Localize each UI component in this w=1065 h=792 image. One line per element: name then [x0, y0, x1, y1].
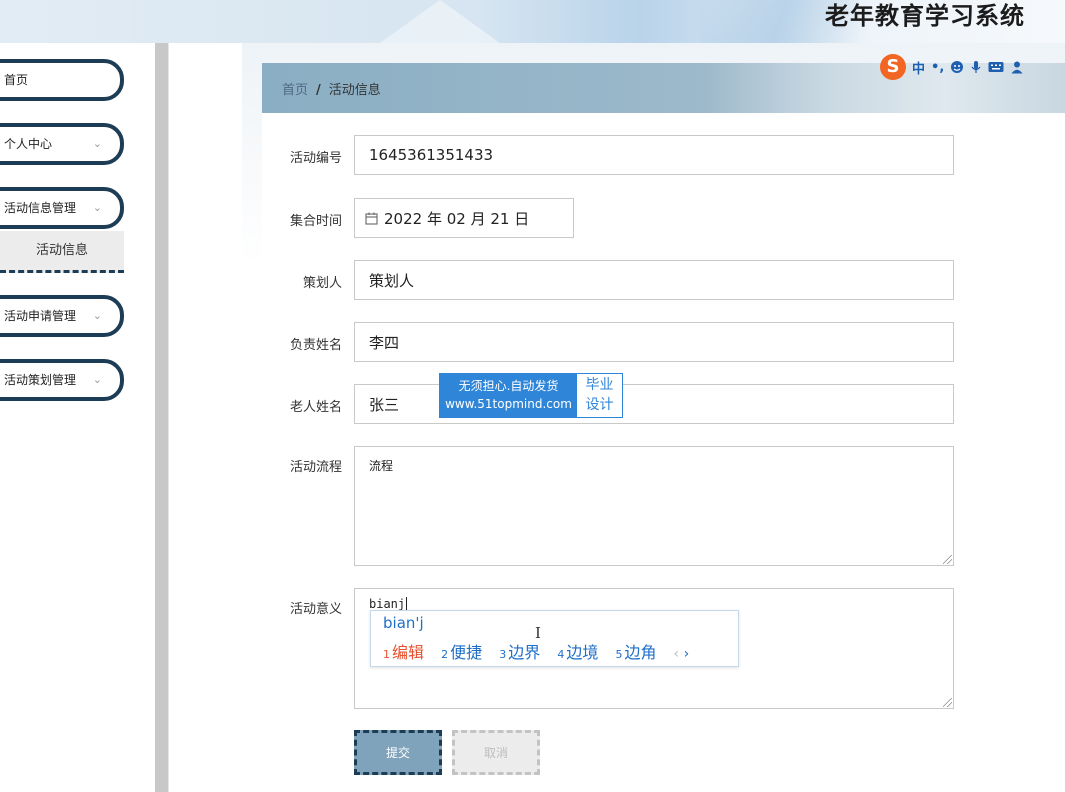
sidebar-item-activity-info-mgmt[interactable]: 活动信息管理 ⌄ — [0, 187, 124, 229]
ime-page-arrows: ‹ › — [674, 646, 690, 662]
watermark-badge: 无须担心.自动发货 www.51topmind.com 毕业 设计 — [439, 373, 623, 418]
resize-handle-icon[interactable] — [943, 555, 952, 564]
watermark-right2: 设计 — [585, 397, 614, 413]
ime-logo-icon[interactable]: S — [880, 54, 906, 80]
sidebar: 首页 个人中心 ⌄ 活动信息管理 ⌄ 活动信息 活动申请管理 ⌄ 活动策划管理 … — [0, 43, 160, 792]
breadcrumb: 首页 / 活动信息 — [282, 79, 381, 98]
activity-id-input[interactable]: 1645361351433 — [354, 135, 954, 175]
sidebar-subitem-label: 活动信息 — [35, 243, 88, 258]
sidebar-item-label: 个人中心 — [4, 137, 53, 151]
mouse-ibeam-cursor-icon: I — [535, 624, 541, 642]
ime-toolbar: S 中 •, — [880, 53, 1065, 81]
elder-name-label: 老人姓名 — [289, 400, 342, 415]
resize-handle-icon[interactable] — [943, 698, 952, 707]
planner-label: 策划人 — [302, 276, 342, 291]
process-label: 活动流程 — [289, 460, 342, 475]
chevron-down-icon: ⌄ — [92, 201, 102, 214]
cancel-button[interactable]: 取消 — [452, 730, 540, 775]
sidebar-item-personal-center[interactable]: 个人中心 ⌄ — [0, 123, 124, 165]
meaning-label: 活动意义 — [289, 602, 342, 617]
chevron-down-icon: ⌄ — [92, 309, 102, 322]
elder-name-value: 张三 — [369, 395, 400, 414]
gather-time-value: 2022 年 02 月 21 日 — [384, 209, 530, 228]
sidebar-item-label: 活动申请管理 — [4, 309, 77, 323]
sidebar-item-label: 活动信息管理 — [4, 201, 77, 215]
activity-id-value: 1645361351433 — [369, 146, 494, 164]
manager-name-value: 李四 — [369, 333, 400, 352]
watermark-right1: 毕业 — [585, 377, 614, 393]
sidebar-scrollbar[interactable] — [155, 43, 169, 792]
activity-id-label: 活动编号 — [289, 151, 342, 166]
ime-mode-toggle[interactable]: 中 — [912, 58, 925, 77]
ime-candidate[interactable]: 3 边界 — [499, 643, 540, 662]
chevron-down-icon: ⌄ — [92, 373, 102, 386]
ime-candidate[interactable]: 5 边角 — [615, 643, 656, 662]
top-header: 老年教育学习系统 — [0, 0, 1065, 43]
mic-icon[interactable] — [970, 60, 982, 74]
content-gutter — [169, 43, 242, 792]
sidebar-item-home[interactable]: 首页 — [0, 59, 124, 101]
ime-next-icon[interactable]: › — [684, 646, 690, 662]
user-icon[interactable] — [1010, 60, 1024, 74]
chevron-down-icon: ⌄ — [92, 137, 102, 150]
emoji-icon[interactable] — [950, 60, 964, 74]
process-textarea[interactable]: 流程 — [354, 446, 954, 566]
sidebar-item-activity-apply-mgmt[interactable]: 活动申请管理 ⌄ — [0, 295, 124, 337]
watermark-right: 毕业 设计 — [577, 374, 622, 417]
header-decoration — [380, 0, 500, 43]
ime-candidate-list: 1 编辑 2 便捷 3 边界 4 边境 5 边角 ‹ › — [383, 639, 689, 663]
text-caret — [406, 597, 408, 611]
manager-name-input[interactable]: 李四 — [354, 322, 954, 362]
submit-button[interactable]: 提交 — [354, 730, 442, 775]
meaning-value: bianj — [369, 597, 406, 611]
watermark-line1: 无须担心.自动发货 — [458, 379, 559, 393]
ime-candidate[interactable]: 4 边境 — [557, 643, 598, 662]
sidebar-item-label: 活动策划管理 — [4, 373, 77, 387]
ime-candidate[interactable]: 2 便捷 — [441, 643, 482, 662]
breadcrumb-current: 活动信息 — [328, 83, 381, 98]
ime-candidate-popup: bian'j 1 编辑 2 便捷 3 边界 4 边境 5 边角 ‹ › — [370, 610, 739, 667]
ime-candidate[interactable]: 1 编辑 — [383, 643, 424, 662]
sidebar-subitem-activity-info[interactable]: 活动信息 — [0, 231, 124, 273]
gather-time-label: 集合时间 — [289, 214, 342, 229]
manager-name-label: 负责姓名 — [289, 338, 342, 353]
ime-prev-icon[interactable]: ‹ — [674, 646, 680, 662]
sidebar-item-label: 首页 — [4, 73, 29, 87]
breadcrumb-home[interactable]: 首页 — [282, 83, 308, 98]
calendar-icon — [365, 212, 378, 225]
sidebar-item-activity-plan-mgmt[interactable]: 活动策划管理 ⌄ — [0, 359, 124, 401]
ime-composition: bian'j — [383, 614, 424, 632]
watermark-line2: www.51topmind.com — [445, 397, 572, 411]
process-value: 流程 — [369, 459, 394, 473]
keyboard-icon[interactable] — [988, 61, 1004, 73]
planner-input[interactable]: 策划人 — [354, 260, 954, 300]
gather-time-picker[interactable]: 2022 年 02 月 21 日 — [354, 198, 574, 238]
watermark-left: 无须担心.自动发货 www.51topmind.com — [440, 374, 577, 417]
system-title: 老年教育学习系统 — [825, 2, 1025, 30]
planner-value: 策划人 — [369, 271, 415, 290]
breadcrumb-separator: / — [316, 83, 321, 98]
ime-punct-toggle[interactable]: •, — [931, 60, 944, 75]
